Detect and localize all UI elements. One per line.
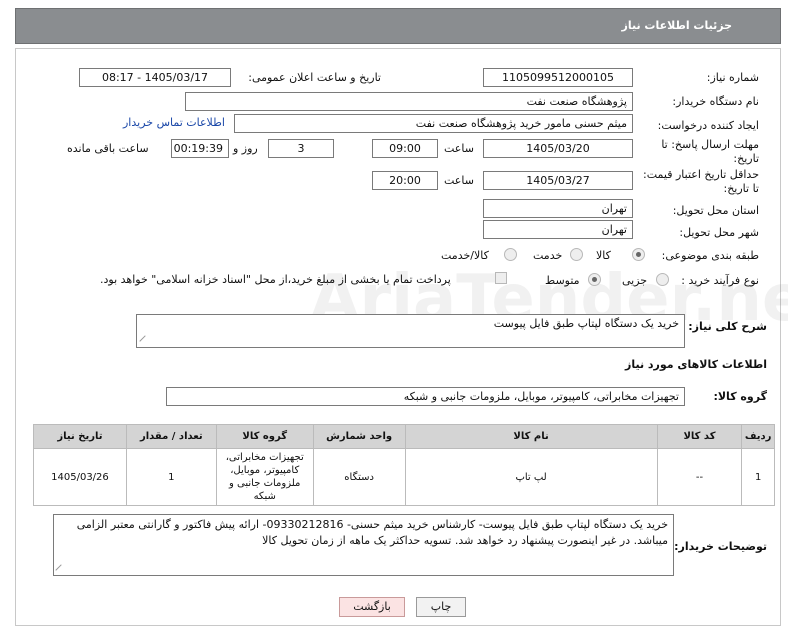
col-need-date: تاریخ نیاز [33,424,127,449]
price-validity-label-line1: حداقل تاریخ اعتبار قیمت: [643,168,759,181]
cell-unit: دستگاه [312,448,406,506]
announce-field: 1405/03/17 - 08:17 [79,68,231,87]
treasury-payment-note: پرداخت تمام یا بخشی از مبلغ خرید،از محل … [100,273,451,286]
buyer-org-label: نام دستگاه خریدار: [672,95,759,108]
goods-info-title: اطلاعات کالاهای مورد نیاز [625,358,767,371]
cell-need-date: 1405/03/26 [33,448,127,506]
back-button[interactable]: بازگشت [339,597,405,617]
deadline-date-field: 1405/03/20 [483,139,633,158]
summary-field: خرید یک دستگاه لپتاپ طبق فایل پیوست [136,314,685,348]
deadline-label-line2: تاریخ: [733,152,759,165]
days-label: روز و [233,142,258,155]
buyer-notes-label: توضیحات خریدار: [674,540,767,553]
col-unit: واحد شمارش [312,424,406,449]
summary-text: خرید یک دستگاه لپتاپ طبق فایل پیوست [493,317,679,330]
category-option-goods-service: کالا/خدمت [441,249,489,262]
buyer-contact-link[interactable]: اطلاعات تماس خریدار [123,116,225,129]
col-goods-name: نام کالا [404,424,658,449]
price-validity-label-line2: تا تاریخ: [723,182,759,195]
goods-table: ردیف کد کالا نام کالا واحد شمارش گروه کا… [33,424,775,506]
price-validity-hour-label: ساعت [444,174,474,187]
announce-label: تاریخ و ساعت اعلان عمومی: [248,71,381,84]
category-radio-service[interactable] [570,248,583,261]
process-radio-medium[interactable] [588,273,601,286]
province-field: تهران [483,199,633,218]
table-row: 1 -- لپ تاپ دستگاه تجهیزات مخابراتی، کام… [33,448,775,506]
cell-goods-name: لپ تاپ [404,448,658,506]
print-button[interactable]: چاپ [416,597,466,617]
creator-label: ایجاد کننده درخواست: [657,119,759,132]
cell-quantity: 1 [125,448,217,506]
deadline-label-line1: مهلت ارسال پاسخ: تا [661,138,759,151]
process-option-medium: متوسط [545,274,580,287]
col-goods-group: گروه کالا [215,424,314,449]
need-number-field: 1105099512000105 [483,68,633,87]
goods-group-field: تجهیزات مخابراتی، کامپیوتر، موبایل، ملزو… [166,387,685,406]
process-option-minor: جزیی [622,274,648,287]
deadline-hour-label: ساعت [444,142,474,155]
category-option-service: خدمت [533,249,563,262]
need-number-label: شماره نیاز: [706,71,759,84]
city-field: تهران [483,220,633,239]
cell-goods-group: تجهیزات مخابراتی، کامپیوتر، موبایل، ملزو… [215,448,314,506]
col-goods-code: کد کالا [656,424,743,449]
category-radio-goods[interactable] [632,248,645,261]
col-row: ردیف [741,424,775,449]
price-validity-time-field: 20:00 [372,171,438,190]
remaining-days-field: 3 [268,139,334,158]
remaining-time-label: ساعت باقی مانده [67,142,149,155]
category-radio-goods-service[interactable] [504,248,517,261]
buyer-notes-text: خرید یک دستگاه لپتاپ طبق فایل پیوست- کار… [76,518,668,547]
deadline-time-field: 09:00 [372,139,438,158]
page-header: جزئیات اطلاعات نیاز [15,8,781,44]
summary-label: شرح کلی نیاز: [688,320,767,333]
remaining-time-field: 00:19:39 [171,139,229,158]
process-radio-minor[interactable] [656,273,669,286]
buyer-org-field: پژوهشگاه صنعت نفت [185,92,633,111]
goods-group-label: گروه کالا: [713,390,767,403]
price-validity-date-field: 1405/03/27 [483,171,633,190]
creator-field: میثم حسنی مامور خرید پژوهشگاه صنعت نفت [234,114,633,133]
page-title: جزئیات اطلاعات نیاز [621,19,733,32]
city-label: شهر محل تحویل: [679,226,759,239]
treasury-payment-checkbox[interactable] [495,272,507,284]
cell-row: 1 [741,448,775,506]
process-label: نوع فرآیند خرید : [681,274,759,287]
cell-goods-code: -- [656,448,743,506]
table-header-row: ردیف کد کالا نام کالا واحد شمارش گروه کا… [33,424,775,449]
category-label: طبقه بندی موضوعی: [661,249,759,262]
category-option-goods: کالا [596,249,611,262]
buyer-notes-field: خرید یک دستگاه لپتاپ طبق فایل پیوست- کار… [53,514,674,576]
province-label: استان محل تحویل: [672,204,759,217]
col-quantity: تعداد / مقدار [125,424,217,449]
